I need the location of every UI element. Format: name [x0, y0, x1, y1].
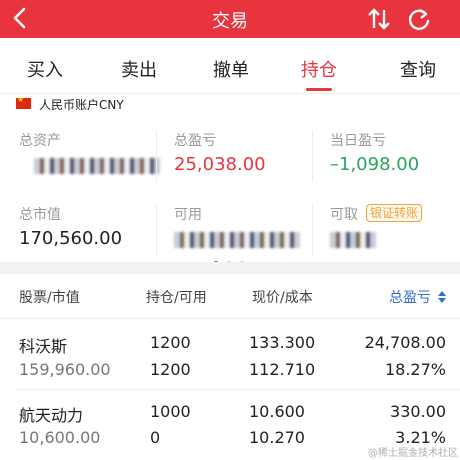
- divider: [312, 130, 313, 182]
- section-separator: [0, 262, 460, 274]
- stock-name: 航天动力: [19, 406, 84, 425]
- divider: [156, 204, 157, 256]
- withdrawable-masked: [330, 232, 376, 248]
- account-row: ★ 人民币账户CNY: [0, 94, 460, 116]
- holding-qty: 1200: [150, 333, 191, 352]
- tab-cancel-order[interactable]: 撤单: [213, 56, 249, 82]
- bank-transfer-button[interactable]: 银证转账: [366, 204, 423, 222]
- available-label: 可用: [174, 207, 202, 223]
- divider: [156, 130, 157, 182]
- tab-positions[interactable]: 持仓: [301, 56, 337, 82]
- position-pnl-pct: 18.27%: [384, 360, 446, 379]
- col-header-pnl[interactable]: 总盈亏: [389, 287, 431, 307]
- total-assets-label: 总资产: [19, 133, 61, 149]
- cost-price: 112.710: [249, 360, 316, 379]
- divider: [312, 204, 313, 256]
- tab-buy[interactable]: 买入: [27, 56, 63, 82]
- current-price: 133.300: [249, 333, 316, 352]
- today-pnl-value: –1,098.00: [330, 154, 420, 175]
- position-pnl: 330.00: [390, 402, 446, 421]
- cost-price: 10.270: [249, 428, 305, 447]
- app-header: 交易: [0, 0, 460, 38]
- tab-query[interactable]: 查询: [400, 56, 436, 82]
- tab-sell[interactable]: 卖出: [121, 56, 157, 82]
- stock-name: 科沃斯: [19, 337, 68, 356]
- tab-bar: 买入 卖出 撤单 持仓 查询: [0, 38, 460, 94]
- available-qty: 0: [150, 428, 161, 447]
- col-header-holdings: 持仓/可用: [146, 290, 207, 306]
- total-assets-masked: [34, 158, 160, 174]
- watermark: @稀土掘金技术社区: [368, 448, 458, 459]
- available-qty: 1200: [150, 360, 191, 379]
- market-value: 170,560.00: [19, 228, 123, 249]
- today-pnl-label: 当日盈亏: [330, 133, 386, 149]
- market-value-label: 总市值: [19, 207, 61, 223]
- swap-arrows-icon[interactable]: [366, 7, 392, 31]
- col-header-stock: 股票/市值: [19, 290, 80, 306]
- stock-market-value: 10,600.00: [19, 428, 101, 447]
- col-header-price: 现价/成本: [252, 290, 313, 306]
- current-price: 10.600: [249, 402, 305, 421]
- total-pnl-value: 25,038.00: [174, 154, 266, 175]
- refresh-icon[interactable]: [406, 6, 432, 32]
- account-label: 人民币账户CNY: [39, 98, 124, 112]
- divider: [16, 389, 460, 390]
- total-pnl-label: 总盈亏: [174, 133, 216, 149]
- position-pnl: 24,708.00: [364, 333, 446, 352]
- available-masked: [174, 232, 300, 248]
- withdrawable-label: 可取: [330, 207, 358, 223]
- divider: [0, 318, 460, 319]
- sort-icon[interactable]: [438, 291, 446, 303]
- asset-summary: 总资产 总盈亏 25,038.00 当日盈亏 –1,098.00 总市值 170…: [0, 122, 460, 267]
- holding-qty: 1000: [150, 402, 191, 421]
- china-flag-icon: ★: [16, 95, 31, 109]
- stock-market-value: 159,960.00: [19, 360, 111, 379]
- active-tab-indicator: [306, 88, 332, 91]
